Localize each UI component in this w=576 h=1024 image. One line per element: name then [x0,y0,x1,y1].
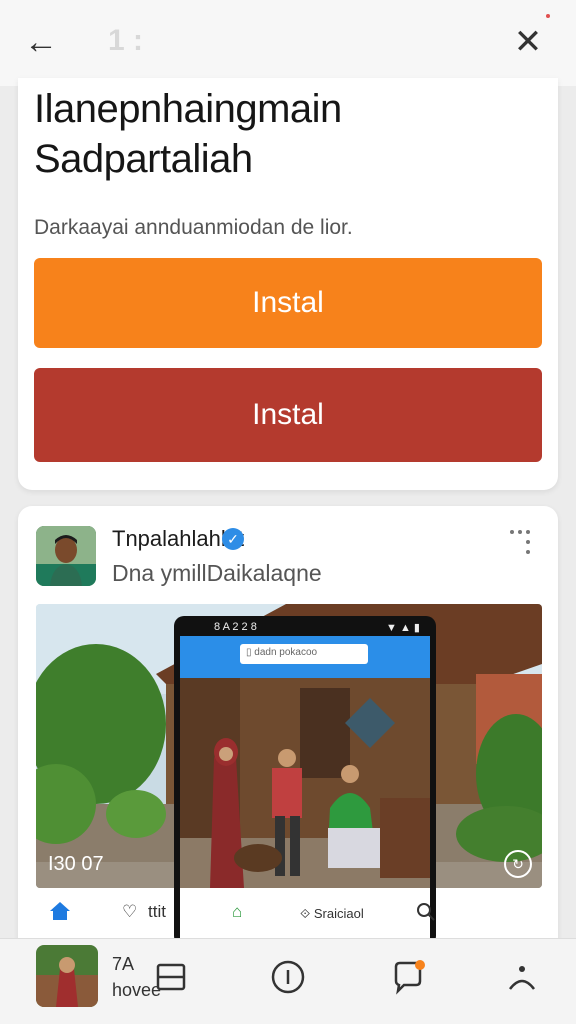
phone-status-left: 8 A 2 2 8 [214,621,257,633]
phone-screen-photo [180,678,430,888]
avatar[interactable] [36,526,96,586]
post-subtitle: Dna ymillDaikalaqne [112,560,322,586]
search-icon[interactable] [416,902,436,922]
more-options-icon[interactable] [510,528,536,558]
close-icon[interactable]: ✕ [508,22,548,62]
promo-card: Ilanepnhaingmain Sadpartaliah Darkaayai … [18,78,558,490]
profile-icon[interactable] [504,959,540,995]
action-label-second[interactable]: ttit [148,902,166,922]
nav-thumbnail[interactable] [36,945,98,1007]
media-icon[interactable] [154,959,190,995]
promo-description: Darkaayai annduanmiodan de lior. [34,216,353,239]
chat-icon[interactable] [390,959,426,995]
info-icon[interactable] [270,959,306,995]
phone-url-bar: ▯ dadn pokacoo [240,644,368,664]
back-arrow-icon[interactable]: ← [24,22,64,62]
promo-title-line-2: Sadpartaliah [34,137,253,181]
reaction-icon[interactable]: ♡ [122,902,137,922]
home-icon[interactable] [48,900,72,922]
play-icon[interactable]: ↻ [504,850,532,878]
notification-dot [546,14,550,18]
promo-title: Ilanepnhaingmain Sadpartaliah [34,84,544,184]
promo-title-line-1: Ilanepnhaingmain [34,87,342,131]
post-action-bar: ♡ ttit ⌂ [36,890,542,934]
action-label-third[interactable]: ⌂ [232,902,242,922]
photo-count-label: I30 07 [48,853,104,875]
install-button-primary[interactable]: Instal [34,258,542,348]
toolbar-faint-text: 1 : [108,24,144,57]
phone-status-right: ▼ ▲ ▮ [386,622,420,634]
bottom-navigation: 7A hovee [0,938,576,1024]
install-button-secondary[interactable]: Instal [34,368,542,462]
verified-badge-icon: ✓ [222,528,244,550]
post-card: Tnpalahlahlat ✓ Dna ymillDaikalaqne I30 … [18,506,558,946]
top-app-bar: ← 1 : ✕ [0,0,576,86]
phone-status-bar: 8 A 2 2 8 ▼ ▲ ▮ [180,620,430,636]
